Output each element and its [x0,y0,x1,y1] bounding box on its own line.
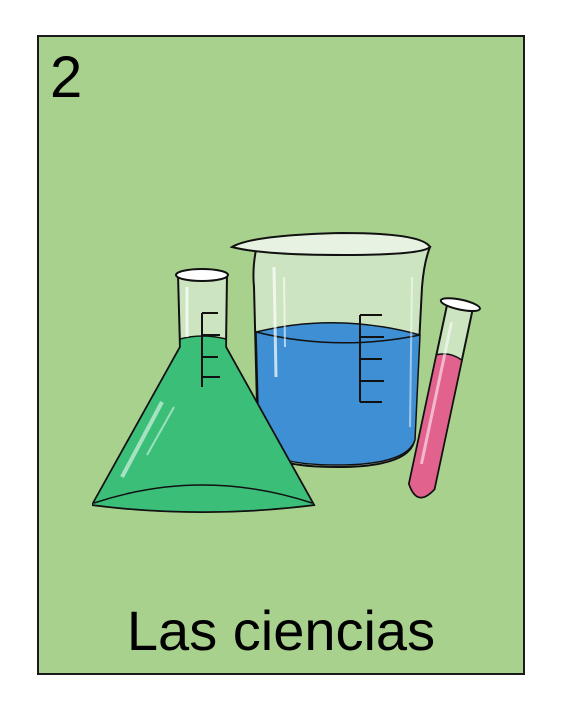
card-title: Las ciencias [126,599,436,662]
card-number: 2 [50,45,83,110]
lottery-card: 2 Las ciencias [37,35,525,675]
lab-glassware-illustration [92,231,481,513]
